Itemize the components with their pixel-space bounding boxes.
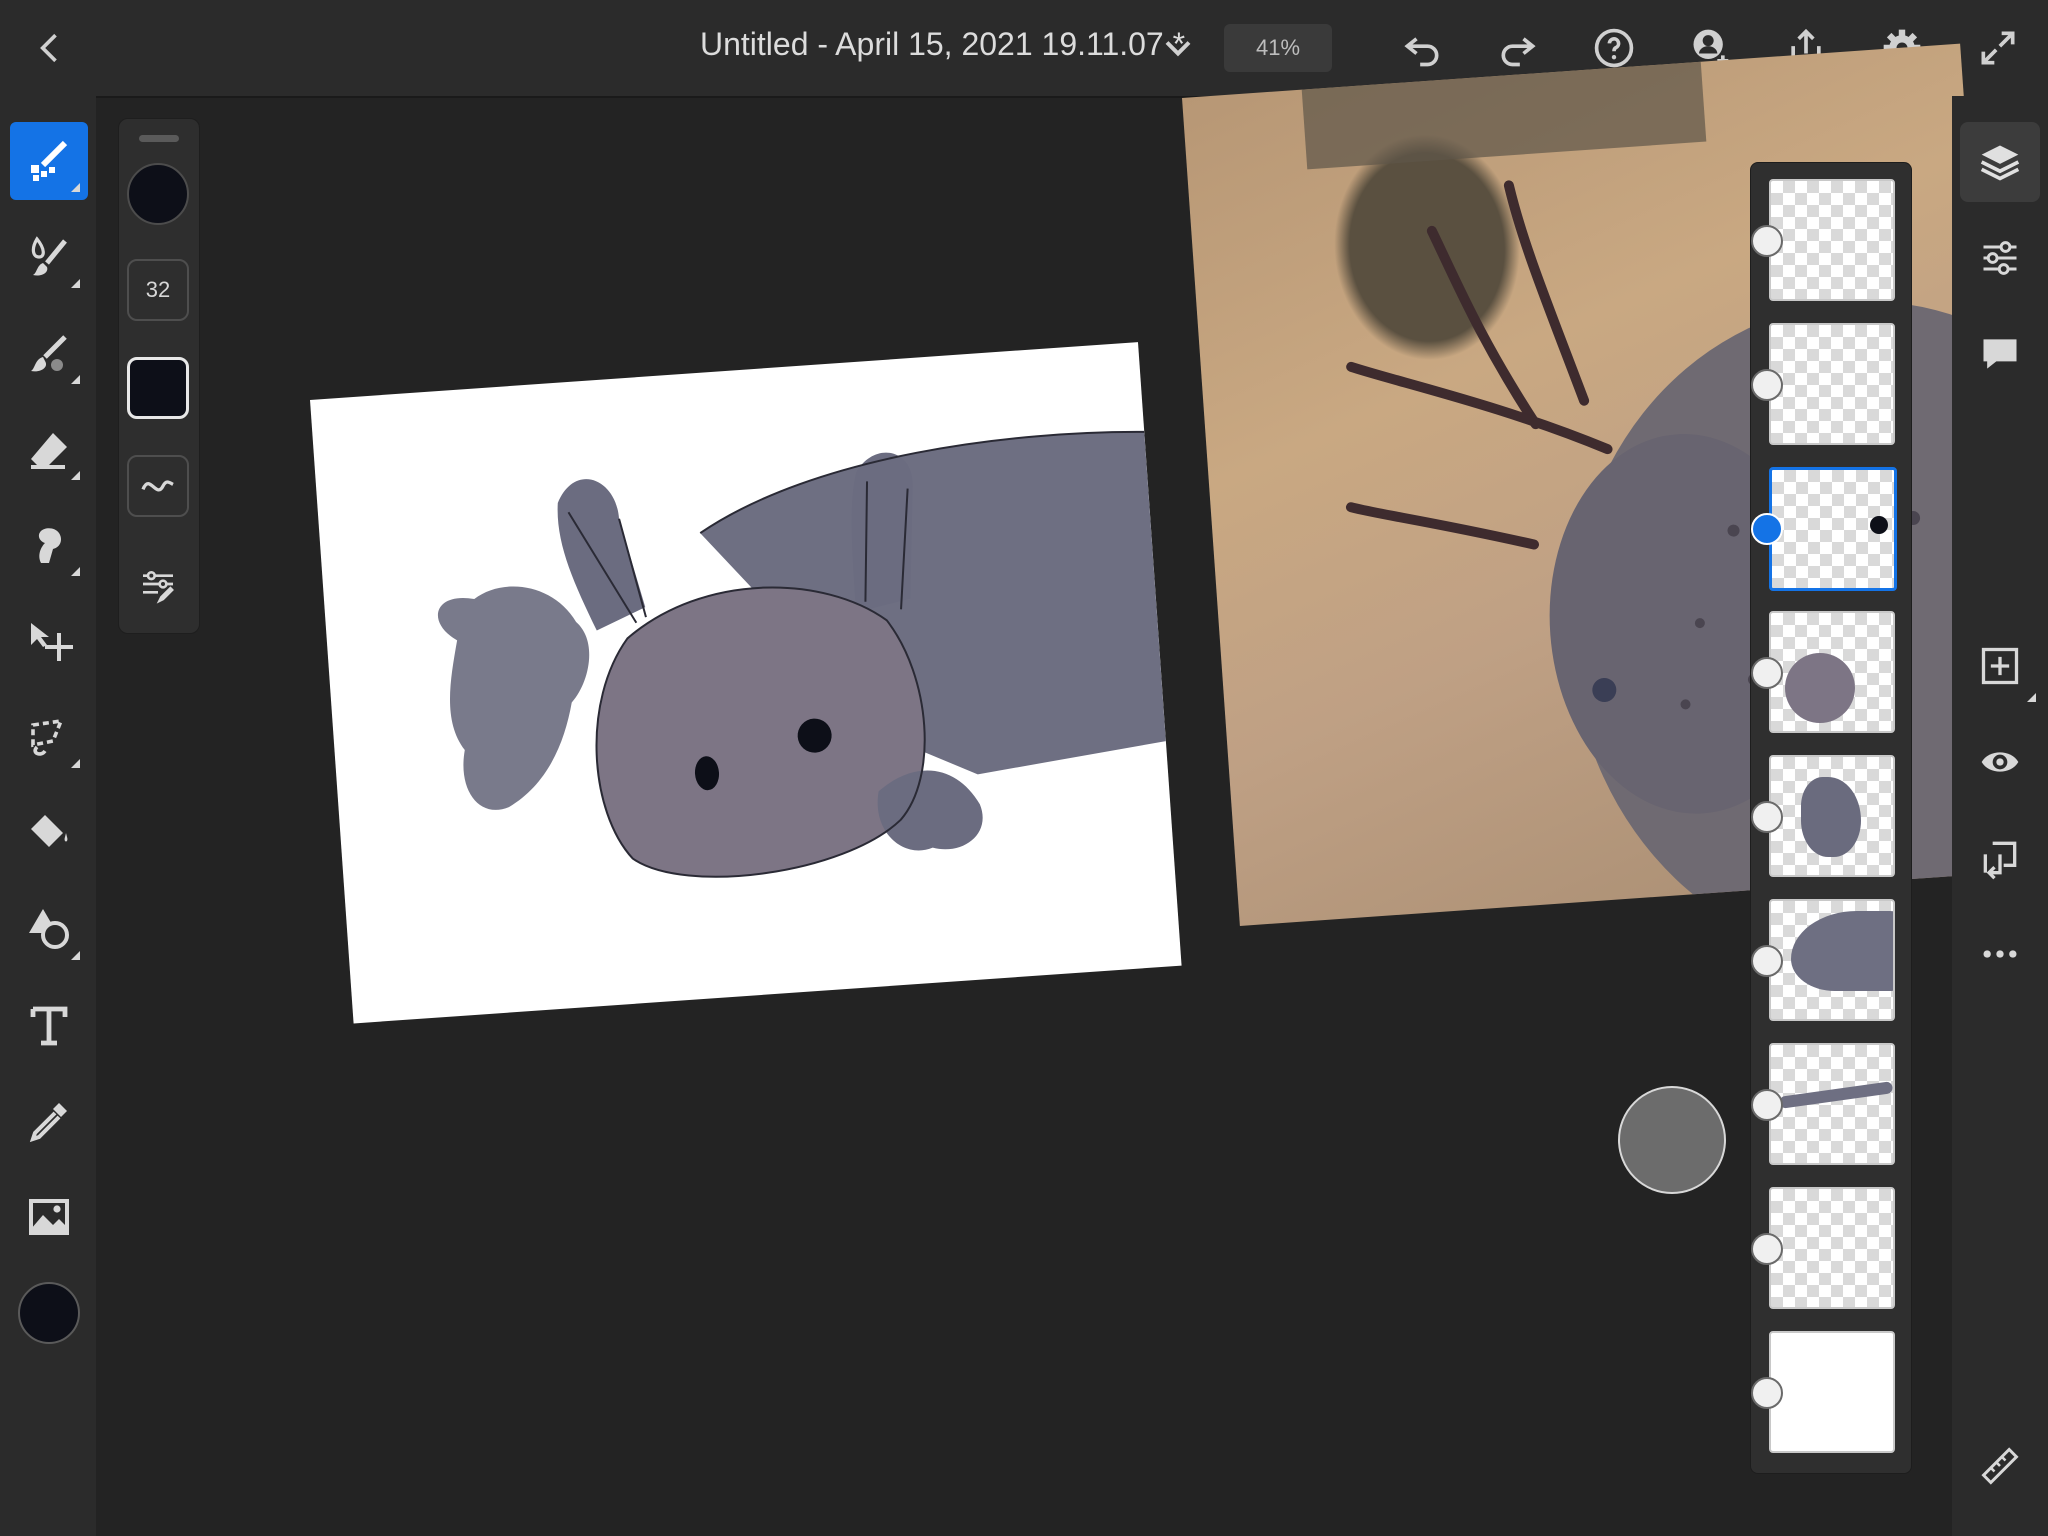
shape-icon[interactable] [10, 890, 88, 968]
brush-size-button[interactable]: 32 [127, 259, 189, 321]
layer-type-badge [1751, 513, 1783, 545]
adjustments-icon[interactable] [1960, 218, 2040, 298]
layer-type-badge [1751, 369, 1783, 401]
layer-thumbnail[interactable] [1769, 611, 1895, 733]
layer-thumbnail[interactable] [1769, 1331, 1895, 1453]
layer-type-badge [1751, 1377, 1783, 1409]
visibility-icon[interactable] [1960, 722, 2040, 802]
tool-bar [0, 96, 96, 1536]
layer-thumbnail[interactable] [1769, 179, 1895, 301]
image-icon[interactable] [10, 1178, 88, 1256]
redo-icon[interactable] [1494, 24, 1542, 72]
lasso-icon[interactable] [10, 698, 88, 776]
layer-thumbnail[interactable] [1769, 899, 1895, 1021]
document-title[interactable]: Untitled - April 15, 2021 19.11.07 * [700, 26, 1185, 63]
document-canvas[interactable] [310, 342, 1182, 1024]
move-icon[interactable] [10, 602, 88, 680]
undo-icon[interactable] [1398, 24, 1446, 72]
layer-thumbnail[interactable] [1769, 755, 1895, 877]
layer-thumbnail[interactable] [1769, 1187, 1895, 1309]
layer-type-badge [1751, 225, 1783, 257]
right-tool-bar [1952, 96, 2048, 1536]
layer-type-badge [1751, 657, 1783, 689]
color-swatch[interactable] [10, 1274, 88, 1352]
brush-settings-icon[interactable] [127, 553, 189, 615]
touch-shortcut-button[interactable] [1618, 1086, 1726, 1194]
fill-icon[interactable] [10, 794, 88, 872]
add-layer-icon[interactable] [1960, 626, 2040, 706]
zoom-level[interactable]: 41% [1224, 24, 1332, 72]
layer-type-badge [1751, 1233, 1783, 1265]
brush-size-value: 32 [145, 277, 171, 302]
comments-icon[interactable] [1960, 314, 2040, 394]
layer-thumbnail[interactable] [1769, 1043, 1895, 1165]
layers-icon[interactable] [1960, 122, 2040, 202]
ruler-icon[interactable] [1960, 1426, 2040, 1506]
eyedropper-icon[interactable] [10, 1082, 88, 1160]
chevron-down-icon[interactable] [1154, 24, 1202, 72]
layers-panel [1750, 162, 1912, 1474]
live-brush-icon[interactable] [10, 218, 88, 296]
brush-stroke-icon[interactable] [127, 455, 189, 517]
pixel-brush-icon[interactable] [10, 122, 88, 200]
layer-thumbnail-active[interactable] [1769, 467, 1897, 591]
layer-thumbnail[interactable] [1769, 323, 1895, 445]
type-icon[interactable] [10, 986, 88, 1064]
brush-properties-panel: 32 [118, 118, 200, 634]
fullscreen-icon[interactable] [1974, 24, 2022, 72]
eraser-icon[interactable] [10, 410, 88, 488]
layer-type-badge [1751, 945, 1783, 977]
vector-brush-icon[interactable] [10, 314, 88, 392]
layer-type-badge [1751, 1089, 1783, 1121]
brush-preview-button[interactable] [127, 357, 189, 419]
smudge-icon[interactable] [10, 506, 88, 584]
merge-icon[interactable] [1960, 818, 2040, 898]
help-icon[interactable] [1590, 24, 1638, 72]
layer-type-badge [1751, 801, 1783, 833]
brush-color-button[interactable] [127, 163, 189, 225]
drag-handle[interactable] [139, 135, 179, 142]
back-icon[interactable] [26, 24, 74, 72]
more-icon[interactable] [1960, 914, 2040, 994]
